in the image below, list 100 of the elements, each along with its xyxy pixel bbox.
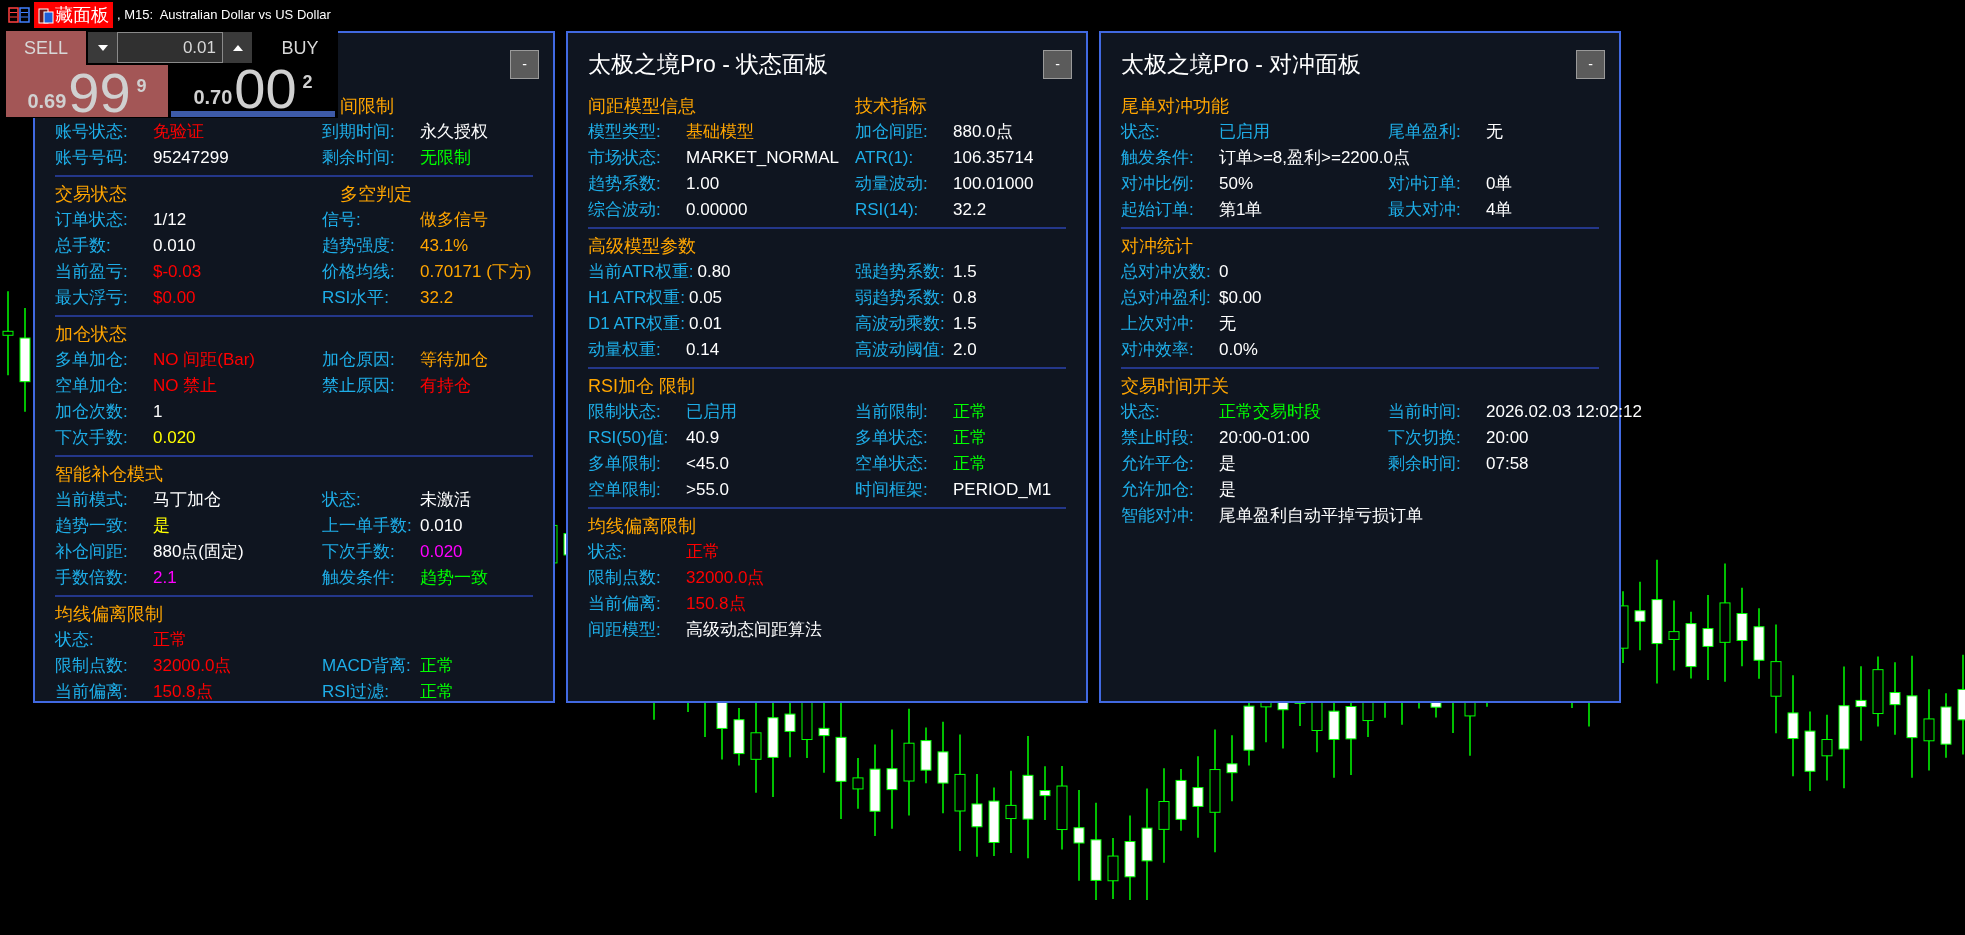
field-value: 106.35714 bbox=[953, 147, 1034, 169]
field-value: 2.0 bbox=[953, 339, 977, 361]
section-heading: 间限制 bbox=[339, 95, 394, 118]
field-value: >55.0 bbox=[686, 479, 729, 501]
field-value: MARKET_NORMAL bbox=[686, 147, 840, 169]
field-label: 最大浮亏: bbox=[55, 287, 129, 309]
field-value: 32000.0点 bbox=[686, 567, 765, 589]
field-label: 多单加仓: bbox=[55, 349, 129, 371]
field-value: 永久授权 bbox=[420, 121, 488, 143]
field-value: 无 bbox=[1486, 121, 1503, 143]
field-value: 0.010 bbox=[420, 515, 463, 537]
field-value: 1.00 bbox=[686, 173, 720, 195]
field-value: 0.70171 (下方) bbox=[420, 261, 532, 283]
field-label: 动量波动: bbox=[855, 173, 929, 195]
field-value: 免验证 bbox=[153, 121, 204, 143]
field-label: 间距模型: bbox=[588, 619, 662, 641]
caret-down-icon bbox=[97, 44, 108, 51]
field-value: 1.5 bbox=[953, 313, 977, 335]
field-label: 限制点数: bbox=[55, 655, 129, 677]
field-value: 基础模型 bbox=[686, 121, 754, 143]
field-value: 0.80 bbox=[697, 261, 731, 283]
field-label: 剩余时间: bbox=[322, 147, 396, 169]
volume-input-field[interactable]: 0.01 bbox=[117, 32, 223, 63]
field-value: 正常交易时段 bbox=[1219, 401, 1321, 423]
caret-up-icon bbox=[232, 44, 243, 51]
field-label: 禁止时段: bbox=[1121, 427, 1195, 449]
field-label: 尾单盈利: bbox=[1388, 121, 1462, 143]
field-label: 状态: bbox=[1121, 401, 1161, 423]
field-value: 趋势一致 bbox=[420, 567, 488, 589]
field-label: 允许加仓: bbox=[1121, 479, 1195, 501]
field-label: 弱趋势系数: bbox=[855, 287, 946, 309]
field-value: 第1单 bbox=[1219, 199, 1263, 221]
field-label: RSI水平: bbox=[322, 287, 391, 309]
section-heading: 间距模型信息 bbox=[588, 96, 696, 116]
field-label: 状态: bbox=[322, 489, 362, 511]
field-label: ATR(1): bbox=[855, 147, 915, 169]
field-label: 空单状态: bbox=[855, 453, 929, 475]
field-label: 禁止原因: bbox=[322, 375, 396, 397]
field-label: 当前ATR权重: bbox=[588, 261, 695, 283]
field-label: MACD背离: bbox=[322, 655, 412, 677]
field-value: 正常 bbox=[420, 655, 454, 677]
field-label: 加仓间距: bbox=[855, 121, 929, 143]
field-value: 未激活 bbox=[420, 489, 471, 511]
field-label: 限制点数: bbox=[588, 567, 662, 589]
field-value: 150.8点 bbox=[686, 593, 746, 615]
field-label: 趋势强度: bbox=[322, 235, 396, 257]
field-value: 20:00 bbox=[1486, 427, 1529, 449]
field-value: 20:00-01:00 bbox=[1219, 427, 1310, 449]
field-value: 0.0% bbox=[1219, 339, 1258, 361]
field-label: 智能对冲: bbox=[1121, 505, 1195, 527]
section-heading: 交易时间开关 bbox=[1121, 376, 1229, 396]
field-value: 订单>=8,盈利>=2200.0点 bbox=[1219, 147, 1410, 169]
chart-title: , M15: Australian Dollar vs US Dollar bbox=[117, 6, 331, 25]
section-heading: 均线偏离限制 bbox=[55, 604, 163, 624]
section-heading: 高级模型参数 bbox=[588, 236, 696, 256]
field-label: D1 ATR权重: bbox=[588, 313, 686, 335]
field-label: 信号: bbox=[322, 209, 362, 231]
field-label: 下次手数: bbox=[55, 427, 129, 449]
field-value: 0单 bbox=[1486, 173, 1513, 195]
field-label: 订单状态: bbox=[55, 209, 129, 231]
field-label: 趋势一致: bbox=[55, 515, 129, 537]
minimize-button[interactable]: - bbox=[510, 49, 539, 79]
section-heading: 多空判定 bbox=[339, 183, 412, 206]
field-value: 正常 bbox=[953, 427, 987, 449]
grid-menu-icon[interactable] bbox=[8, 7, 30, 23]
field-label: 总对冲次数: bbox=[1121, 261, 1212, 283]
field-value: PERIOD_M1 bbox=[953, 479, 1052, 501]
field-value: 正常 bbox=[953, 453, 987, 475]
field-value: 做多信号 bbox=[420, 209, 488, 231]
field-label: 触发条件: bbox=[322, 567, 396, 589]
field-value: 0.020 bbox=[420, 541, 463, 563]
buy-button[interactable]: BUY bbox=[252, 31, 338, 65]
field-label: 当前偏离: bbox=[588, 593, 662, 615]
field-label: 当前模式: bbox=[55, 489, 129, 511]
field-label: 多单限制: bbox=[588, 453, 662, 475]
field-value: 0.00000 bbox=[686, 199, 748, 221]
field-value: 正常 bbox=[153, 629, 187, 651]
field-label: 高波动乘数: bbox=[855, 313, 946, 335]
field-label: 对冲比例: bbox=[1121, 173, 1195, 195]
field-label: 当前盈亏: bbox=[55, 261, 129, 283]
field-value: 0.14 bbox=[686, 339, 720, 361]
panel-title: 太极之境Pro - 对冲面板 bbox=[1121, 49, 1362, 79]
field-label: 当前限制: bbox=[855, 401, 929, 423]
panel-title: 太极之境Pro - 状态面板 bbox=[588, 49, 829, 79]
field-value: 1.5 bbox=[953, 261, 977, 283]
field-value: 是 bbox=[153, 515, 170, 537]
hide-panel-button[interactable]: 藏面板 bbox=[34, 2, 113, 28]
field-value: 50% bbox=[1219, 173, 1254, 195]
field-label: 空单加仓: bbox=[55, 375, 129, 397]
sell-button[interactable]: SELL bbox=[6, 31, 86, 65]
field-label: H1 ATR权重: bbox=[588, 287, 686, 309]
field-label: 状态: bbox=[588, 541, 628, 563]
field-label: 当前偏离: bbox=[55, 681, 129, 703]
field-value: 0.05 bbox=[689, 287, 723, 309]
field-value: $0.00 bbox=[1219, 287, 1262, 309]
field-value: 无限制 bbox=[420, 147, 471, 169]
minimize-button[interactable]: - bbox=[1043, 49, 1072, 79]
field-value: 32000.0点 bbox=[153, 655, 232, 677]
field-label: 高波动阈值: bbox=[855, 339, 946, 361]
minimize-button[interactable]: - bbox=[1576, 49, 1605, 79]
